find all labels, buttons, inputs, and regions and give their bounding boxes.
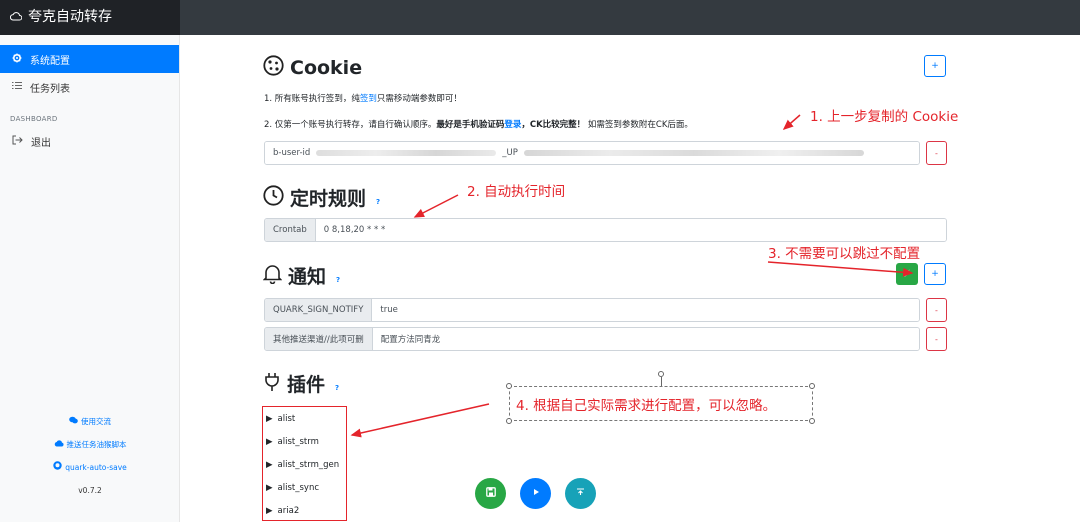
sidebar-footer: 使用交流 推送任务油猴脚本 quark-auto-save v0.7.2 — [0, 410, 180, 502]
gear-icon — [12, 53, 22, 66]
app-title: 夸克自动转存 — [28, 9, 112, 25]
logout-icon — [12, 135, 23, 148]
sidebar-item-tasks[interactable]: 任务列表 — [0, 73, 179, 101]
main-content: Cookie + 1. 所有账号执行签到，纯签到只需移动端参数即可！ 2. 仅第… — [180, 35, 1080, 522]
sidebar-item-logout[interactable]: 退出 — [0, 127, 179, 155]
sidebar-item-label: 退出 — [31, 137, 51, 149]
annotation-arrows — [350, 114, 914, 438]
cloud-icon — [54, 433, 64, 456]
link-github[interactable]: quark-auto-save — [0, 456, 180, 479]
link-community[interactable]: 使用交流 — [0, 410, 180, 433]
top-bar: 夸克自动转存 — [0, 0, 1080, 35]
chat-icon — [69, 410, 78, 433]
link-userscript[interactable]: 推送任务油猴脚本 — [0, 433, 180, 456]
github-icon — [53, 456, 62, 479]
list-icon — [12, 81, 22, 93]
sidebar-item-config[interactable]: 系统配置 — [0, 45, 179, 73]
sidebar-item-label: 任务列表 — [30, 83, 70, 95]
sidebar: 系统配置 任务列表 DASHBOARD 退出 使用交流 推送任务油猴脚本 qua… — [0, 35, 180, 522]
brand[interactable]: 夸克自动转存 — [0, 0, 180, 35]
dashboard-section-label: DASHBOARD — [10, 115, 58, 123]
sidebar-item-label: 系统配置 — [30, 55, 70, 67]
version-label: v0.7.2 — [78, 486, 102, 495]
cloud-icon — [9, 0, 23, 35]
